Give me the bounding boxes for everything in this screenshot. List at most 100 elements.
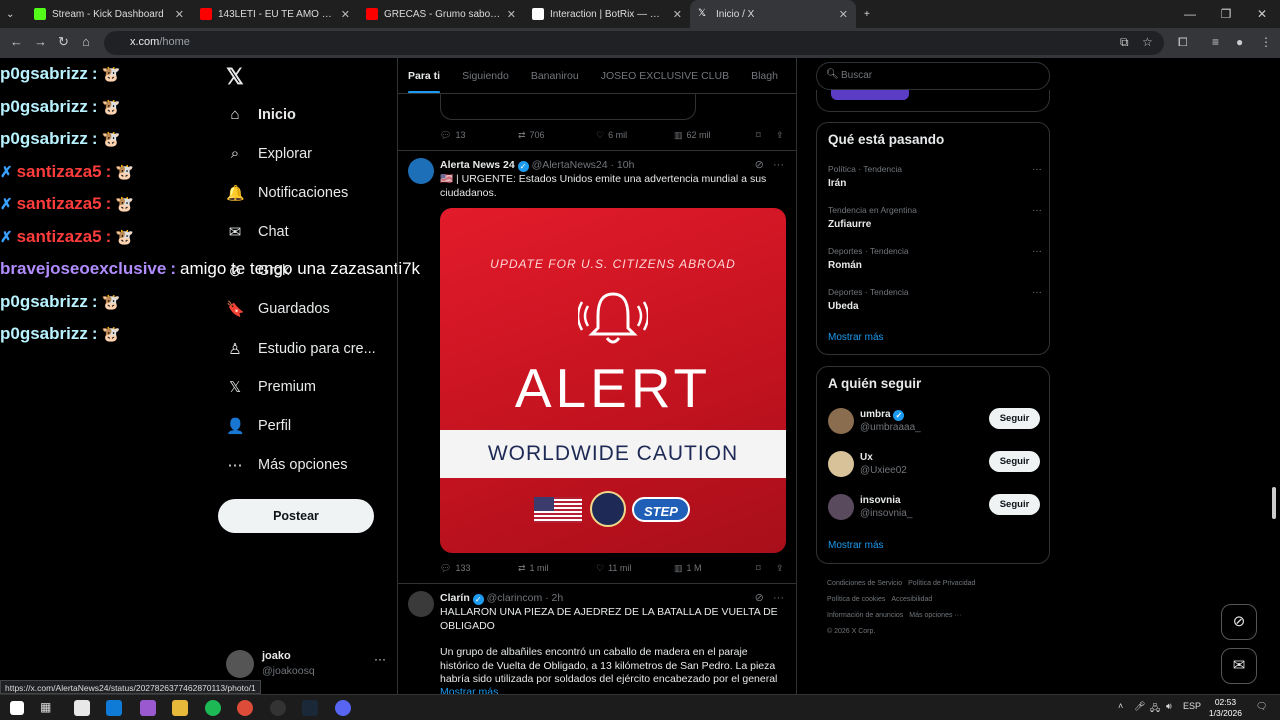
steam-icon[interactable]	[302, 700, 318, 716]
show-more-link[interactable]: Mostrar más	[828, 540, 884, 551]
trend-item[interactable]: Política · Tendencia Irán ···	[828, 164, 1042, 189]
more-icon[interactable]: ···	[773, 159, 784, 171]
repost-button[interactable]: ⇄ 706	[518, 130, 596, 141]
grok-fab-icon[interactable]: ⊘	[1221, 604, 1257, 640]
more-icon[interactable]: ···	[1032, 164, 1042, 175]
browser-tab[interactable]: Interaction | BotRix — Clou ✕	[524, 0, 690, 28]
reload-icon[interactable]: ↻	[58, 34, 69, 50]
tweet-image[interactable]: UPDATE FOR U.S. CITIZENS ABROAD ALERT WO…	[440, 208, 786, 553]
share-icon[interactable]: ⇪	[776, 563, 784, 574]
nav-item-bookmarks[interactable]: 🔖 Guardados	[226, 300, 330, 318]
views-button[interactable]: ▥ 1 M	[674, 563, 756, 574]
follow-button[interactable]: Seguir	[989, 494, 1040, 515]
timeline-tab[interactable]: Bananirou	[531, 70, 579, 82]
nav-item-home[interactable]: ⌂ Inicio	[226, 106, 295, 123]
x-logo-icon[interactable]: 𝕏	[226, 64, 244, 90]
bookmark-star-icon[interactable]: ☆	[1142, 35, 1153, 49]
clock[interactable]: 02:53 1/3/2026	[1209, 697, 1242, 719]
messages-fab-icon[interactable]: ✉	[1221, 648, 1257, 684]
nav-item-chat[interactable]: ✉ Chat	[226, 223, 289, 241]
tab-list-button[interactable]: ⌄	[0, 0, 26, 28]
repost-button[interactable]: ⇄ 1 mil	[518, 563, 596, 574]
chrome-icon[interactable]	[237, 700, 253, 716]
home-icon[interactable]: ⌂	[82, 34, 90, 49]
network-icon[interactable]: 🖧	[1150, 701, 1160, 717]
search-input[interactable]: 🔍︎ Buscar	[816, 62, 1050, 90]
profile-icon[interactable]: ●	[1236, 35, 1243, 49]
volume-icon[interactable]: 🔊︎	[1166, 701, 1172, 712]
like-button[interactable]: ♡ 11 mil	[596, 563, 674, 574]
follow-suggestion[interactable]: umbra ✓ @umbraaaa_ Seguir	[828, 408, 1040, 438]
bookmark-icon[interactable]: ⌑	[756, 563, 776, 574]
timeline-tab[interactable]: Blagh	[751, 70, 778, 82]
scrollbar[interactable]	[1272, 487, 1276, 519]
share-icon[interactable]: ⇪	[776, 130, 784, 141]
follow-button[interactable]: Seguir	[989, 451, 1040, 472]
close-icon[interactable]: ✕	[839, 8, 848, 21]
trend-item[interactable]: Tendencia en Argentina Zufiaurre ···	[828, 205, 1042, 230]
reply-button[interactable]: 💬︎ 133	[440, 563, 518, 574]
avatar[interactable]	[408, 591, 434, 617]
store-icon[interactable]	[74, 700, 90, 716]
spotify-icon[interactable]	[205, 700, 221, 716]
browser-tab[interactable]: Stream - Kick Dashboard ✕	[26, 0, 192, 28]
obs-icon[interactable]	[270, 700, 286, 716]
address-bar[interactable]: x.com/home	[104, 31, 1164, 55]
browser-tab[interactable]: GRECAS - Grumo sabor fue ✕	[358, 0, 524, 28]
follow-suggestion[interactable]: Ux @Uxiee02 Seguir	[828, 451, 1040, 481]
discord-icon[interactable]	[335, 700, 351, 716]
nav-item-explore[interactable]: ⌕ Explorar	[226, 145, 312, 162]
language-indicator[interactable]: ESP	[1183, 701, 1201, 711]
forward-icon[interactable]: →	[34, 34, 47, 49]
new-tab-button[interactable]: +	[856, 0, 882, 28]
follow-button[interactable]: Seguir	[989, 408, 1040, 429]
show-more-link[interactable]: Mostrar más	[440, 686, 785, 694]
close-icon[interactable]: ✕	[673, 8, 682, 21]
nav-item-more-options[interactable]: ⋯ Más opciones	[226, 456, 348, 474]
timeline-tab[interactable]: Para ti	[408, 70, 441, 93]
nav-item-premium[interactable]: 𝕏 Premium	[226, 378, 316, 396]
grok-icon[interactable]: ⊘	[755, 592, 764, 604]
cast-icon[interactable]: ⧉	[1120, 35, 1129, 50]
nav-item-grok[interactable]: ⊘ Grok	[226, 262, 290, 280]
media-icon[interactable]: ≡	[1212, 35, 1219, 49]
task-view-icon[interactable]: ▦	[40, 700, 56, 716]
more-icon[interactable]: ···	[1032, 205, 1042, 216]
follow-suggestion[interactable]: insovnia @insovnia_ Seguir	[828, 494, 1040, 524]
close-icon[interactable]: ✕	[507, 8, 516, 21]
copilot-icon[interactable]	[140, 700, 156, 716]
close-icon[interactable]: ✕	[341, 8, 350, 21]
extensions-icon[interactable]: ⧠	[1178, 35, 1188, 50]
close-icon[interactable]: ✕	[175, 8, 184, 21]
browser-tab-active[interactable]: 𝕏 Inicio / X ✕	[690, 0, 856, 28]
close-window-icon[interactable]: ✕	[1244, 7, 1280, 21]
timeline-tab[interactable]: Siguiendo	[462, 70, 509, 82]
edge-icon[interactable]	[106, 700, 122, 716]
nav-item-profile[interactable]: 👤 Perfil	[226, 417, 291, 435]
show-more-link[interactable]: Mostrar más	[828, 332, 884, 343]
folder-icon[interactable]	[172, 700, 188, 716]
notification-icon[interactable]: 🗨	[1256, 701, 1267, 712]
restore-icon[interactable]: ❐	[1208, 7, 1244, 21]
post-button[interactable]: Postear	[218, 499, 374, 533]
more-icon[interactable]: ···	[1032, 246, 1042, 257]
more-icon[interactable]: ···	[374, 652, 386, 666]
avatar[interactable]	[828, 451, 854, 477]
trend-item[interactable]: Deportes · Tendencia Ubeda ···	[828, 287, 1042, 312]
start-icon[interactable]	[10, 701, 24, 715]
grok-icon[interactable]: ⊘	[755, 159, 764, 171]
microphone-icon[interactable]: 🎤︎	[1134, 701, 1145, 712]
nav-item-studio[interactable]: ♙ Estudio para cre...	[226, 340, 375, 358]
avatar[interactable]	[828, 408, 854, 434]
account-switcher[interactable]: joako @joakoosq ···	[226, 648, 386, 684]
chevron-up-icon[interactable]: ˄	[1118, 701, 1123, 711]
like-button[interactable]: ♡ 6 mil	[596, 130, 674, 141]
avatar[interactable]	[828, 494, 854, 520]
more-icon[interactable]: ···	[1032, 287, 1042, 298]
menu-icon[interactable]: ⋮	[1260, 35, 1272, 49]
minimize-icon[interactable]: —	[1172, 7, 1208, 21]
trend-item[interactable]: Deportes · Tendencia Román ···	[828, 246, 1042, 271]
browser-tab[interactable]: 143LETI - EU TE AMO (Prod ✕	[192, 0, 358, 28]
previous-tweet-card[interactable]	[440, 94, 696, 120]
subscribe-button[interactable]	[831, 90, 909, 100]
